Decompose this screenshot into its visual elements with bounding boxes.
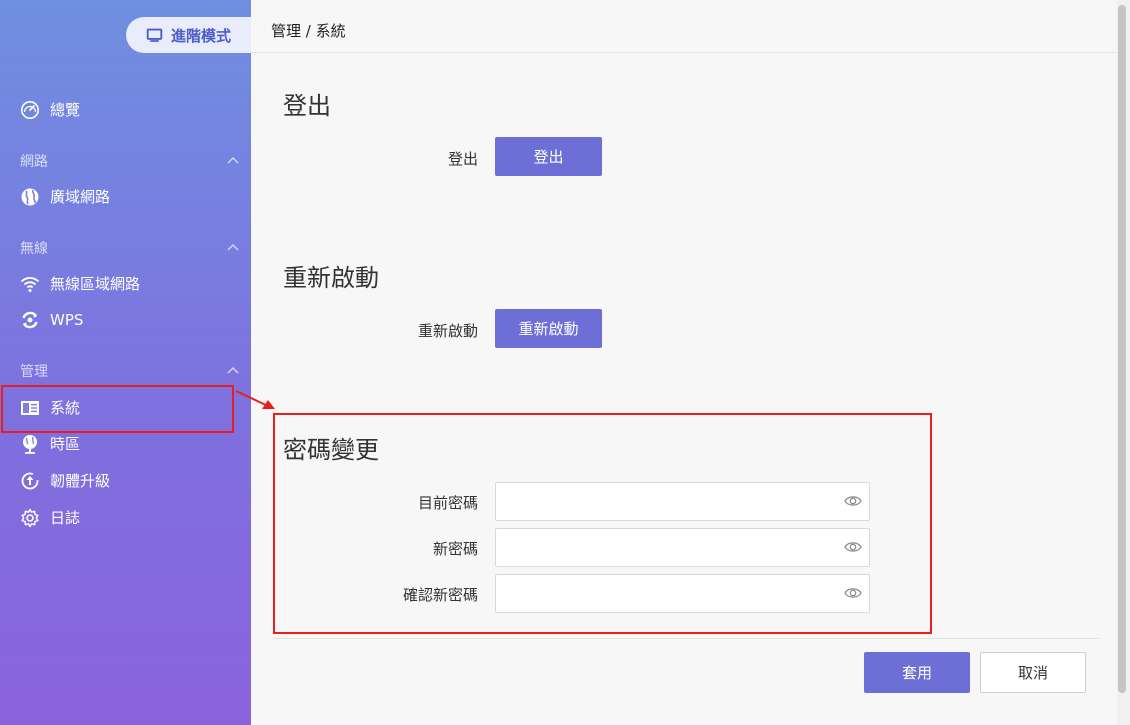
password-section-title: 密碼變更 — [283, 436, 379, 464]
reboot-section-title: 重新啟動 — [283, 264, 379, 292]
sidebar: 進階模式 總覽 網路 廣域網路 無線 無線區域網路 WPS 管理 系統 時區 韌… — [0, 0, 251, 725]
sidebar-item-wlan[interactable]: 無線區域網路 — [20, 273, 140, 294]
new-password-label: 新密碼 — [432, 540, 478, 558]
top-bar: 管理 / 系統 — [251, 0, 1117, 53]
sidebar-item-label: 廣域網路 — [50, 188, 111, 206]
globe-stand-icon — [23, 434, 37, 454]
sidebar-item-label: 無線區域網路 — [50, 275, 141, 293]
apply-button[interactable]: 套用 — [864, 652, 970, 693]
eye-icon[interactable] — [844, 540, 862, 554]
eye-icon[interactable] — [844, 586, 862, 600]
sidebar-item-label: 時區 — [50, 435, 81, 453]
logout-label: 登出 — [447, 150, 478, 168]
sidebar-item-label: 日誌 — [50, 509, 81, 527]
gear-icon — [21, 508, 39, 527]
confirm-password-label: 確認新密碼 — [402, 586, 478, 604]
section-management-header[interactable]: 管理 — [20, 361, 242, 381]
current-password-field[interactable] — [495, 482, 870, 521]
sidebar-item-label: 韌體升級 — [50, 472, 111, 490]
logout-button[interactable]: 登出 — [495, 137, 602, 176]
wps-icon — [22, 311, 38, 329]
chevron-up-icon — [227, 244, 239, 251]
eye-icon[interactable] — [844, 494, 862, 508]
advanced-mode-button[interactable]: 進階模式 — [126, 17, 251, 53]
globe-icon — [21, 188, 39, 205]
current-password-label: 目前密碼 — [417, 494, 478, 512]
sidebar-item-label: 總覽 — [50, 101, 81, 119]
breadcrumb: 管理 / 系統 — [271, 22, 346, 40]
sidebar-item-overview[interactable]: 總覽 — [20, 99, 80, 120]
logout-section-title: 登出 — [283, 92, 331, 120]
section-wireless-header[interactable]: 無線 — [20, 238, 242, 258]
monitor-icon — [146, 28, 163, 42]
annotation-arrow — [235, 390, 275, 409]
sidebar-item-timezone[interactable]: 時區 — [20, 433, 80, 454]
confirm-password-field[interactable] — [495, 574, 870, 613]
firmware-upgrade-icon — [21, 472, 39, 489]
section-title: 管理 — [20, 364, 48, 380]
section-network-header[interactable]: 網路 — [20, 151, 242, 171]
scrollbar-thumb[interactable] — [1118, 5, 1126, 693]
section-title: 網路 — [20, 154, 48, 170]
sidebar-item-log[interactable]: 日誌 — [20, 507, 80, 528]
reboot-button[interactable]: 重新啟動 — [495, 309, 602, 348]
wifi-icon — [20, 276, 40, 292]
reboot-label: 重新啟動 — [417, 322, 478, 340]
footer-divider — [273, 638, 1099, 639]
chevron-up-icon — [227, 157, 239, 164]
sidebar-item-wan[interactable]: 廣域網路 — [20, 186, 110, 207]
sidebar-item-wps[interactable]: WPS — [20, 310, 83, 330]
section-title: 無線 — [20, 241, 48, 257]
dashboard-icon — [21, 100, 39, 119]
new-password-field[interactable] — [495, 528, 870, 567]
chevron-up-icon — [227, 367, 239, 374]
cancel-button[interactable]: 取消 — [980, 652, 1086, 693]
highlight-box-system — [1, 385, 234, 433]
sidebar-item-label: WPS — [50, 311, 84, 329]
sidebar-item-firmware[interactable]: 韌體升級 — [20, 470, 110, 491]
advanced-mode-label: 進階模式 — [171, 26, 232, 45]
